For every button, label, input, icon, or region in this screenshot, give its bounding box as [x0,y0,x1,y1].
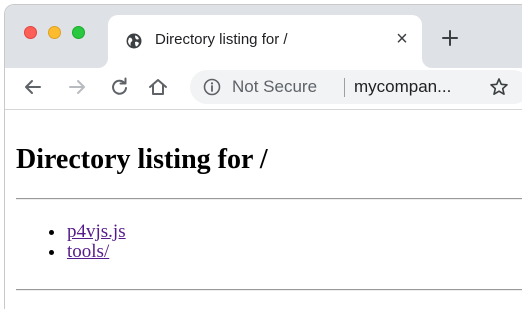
divider-top [16,198,522,200]
page-content: Directory listing for / p4vjs.js tools/ [5,110,522,309]
page-title: Directory listing for / [16,144,268,175]
omnibox-divider [344,78,345,97]
list-item: tools/ [49,241,126,262]
browser-window: Directory listing for / × Not Secure myc… [4,4,522,309]
divider-bottom [16,289,522,291]
tab-close-button[interactable]: × [391,28,413,50]
minimize-window-button[interactable] [48,26,61,39]
address-bar[interactable]: Not Secure mycompan... [190,70,522,104]
arrow-right-icon[interactable] [65,75,89,99]
globe-icon [126,33,142,49]
reload-icon[interactable] [108,75,132,99]
zoom-window-button[interactable] [72,26,85,39]
list-item: p4vjs.js [49,221,126,242]
star-icon[interactable] [488,76,510,98]
folder-link-tools[interactable]: tools/ [67,241,109,262]
tab-active[interactable]: Directory listing for / × [108,15,422,68]
arrow-left-icon[interactable] [21,75,45,99]
info-icon[interactable] [203,78,221,96]
directory-list: p4vjs.js tools/ [49,221,126,262]
tab-title: Directory listing for / [155,31,288,48]
close-window-button[interactable] [24,26,37,39]
toolbar: Not Secure mycompan... [5,68,522,110]
plus-icon[interactable] [439,27,461,49]
home-icon[interactable] [146,75,170,99]
file-link-p4vjs[interactable]: p4vjs.js [67,221,126,242]
tab-strip: Directory listing for / × [5,5,522,68]
security-label[interactable]: Not Secure [232,77,317,97]
url-text[interactable]: mycompan... [354,77,451,97]
